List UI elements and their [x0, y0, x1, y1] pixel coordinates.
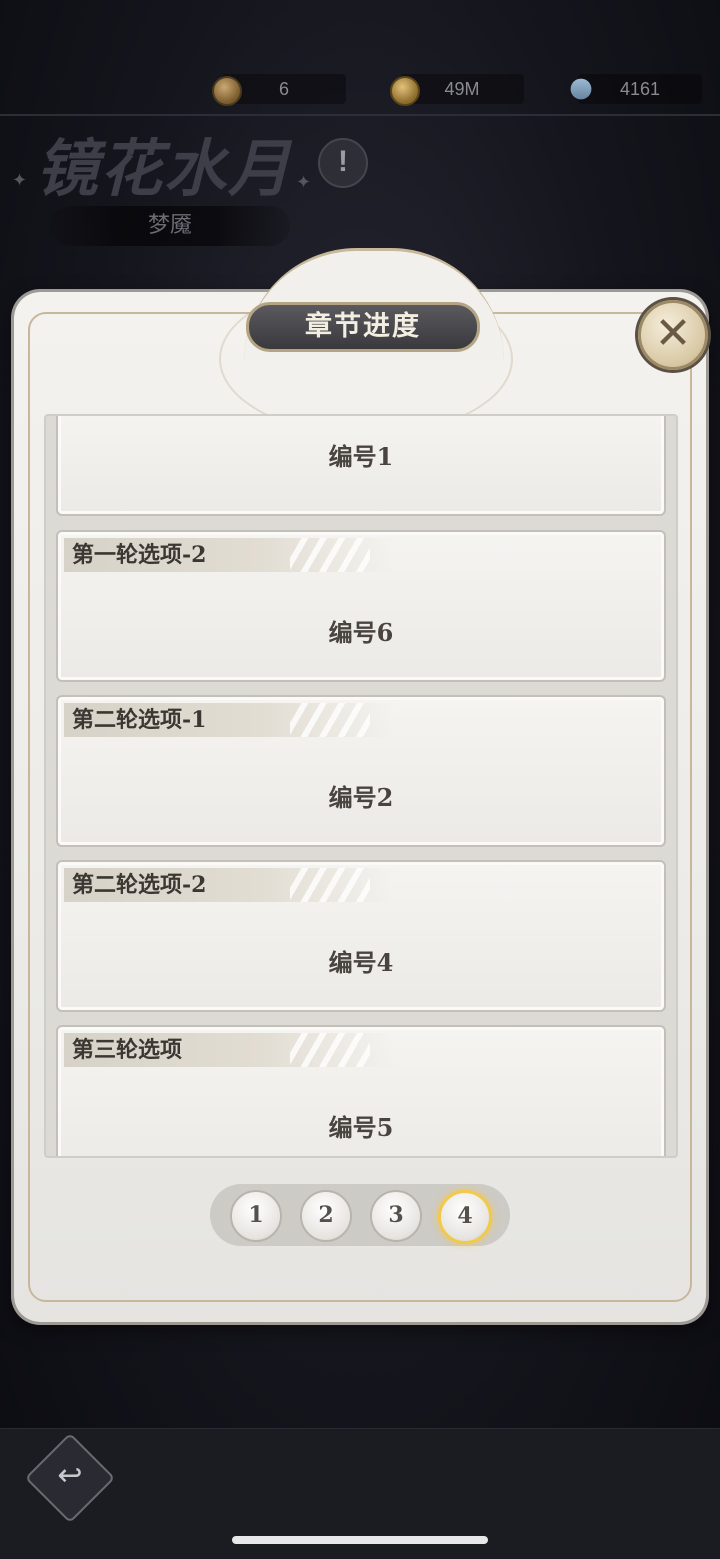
entry-label: 编号4: [328, 948, 394, 977]
list-item[interactable]: 第三轮选项 编号5: [56, 1025, 666, 1156]
top-divider: [0, 114, 720, 116]
currency-medal-value: 6: [278, 79, 289, 99]
tag-stripes: [290, 703, 370, 737]
currency-medal: 6: [212, 74, 346, 106]
currency-gold-value: 49M: [444, 79, 480, 99]
progress-list[interactable]: 编号1 第一轮选项-2 编号6 第二轮选项-1 编号2 第二轮选项-2 编号4 …: [44, 414, 678, 1158]
tag-stripes: [290, 1033, 370, 1067]
home-indicator[interactable]: [232, 1536, 488, 1544]
close-button[interactable]: ✕: [638, 300, 708, 370]
page-button-1[interactable]: 1: [230, 1190, 282, 1242]
entry-label: 编号2: [328, 783, 394, 812]
entry-label: 编号1: [328, 442, 394, 471]
entry-label: 编号5: [328, 1113, 394, 1142]
list-item[interactable]: 第二轮选项-2 编号4: [56, 860, 666, 1012]
back-arrow-icon[interactable]: ↩: [38, 1446, 102, 1506]
modal-title: 章节进度: [246, 302, 480, 352]
info-button[interactable]: !: [318, 138, 368, 188]
list-item[interactable]: 第二轮选项-1 编号2: [56, 695, 666, 847]
currency-diamond-value: 4161: [619, 79, 661, 99]
tag-stripes: [290, 538, 370, 572]
currency-bar: 6 49M 4161: [0, 70, 720, 110]
list-item[interactable]: 编号1: [56, 416, 666, 516]
stage-title: 镜花水月: [36, 132, 293, 205]
chapter-progress-modal: 章节进度 ✕ 编号1 第一轮选项-2 编号6 第二轮选项-1 编号2 第二轮选项…: [14, 248, 708, 1322]
currency-diamond: 4161: [566, 74, 702, 104]
page-button-4[interactable]: 4: [438, 1190, 492, 1244]
entry-label: 编号6: [328, 618, 394, 647]
tag-stripes: [290, 868, 370, 902]
page-selector: 1 2 3 4: [210, 1184, 510, 1246]
page-button-2[interactable]: 2: [300, 1190, 352, 1242]
sparkle-icon: ✦: [296, 172, 312, 193]
page-button-3[interactable]: 3: [370, 1190, 422, 1242]
list-item[interactable]: 第一轮选项-2 编号6: [56, 530, 666, 682]
sparkle-icon: ✦: [12, 170, 28, 191]
stage-subtitle: 梦魇: [50, 206, 290, 246]
currency-gold: 49M: [390, 74, 524, 106]
